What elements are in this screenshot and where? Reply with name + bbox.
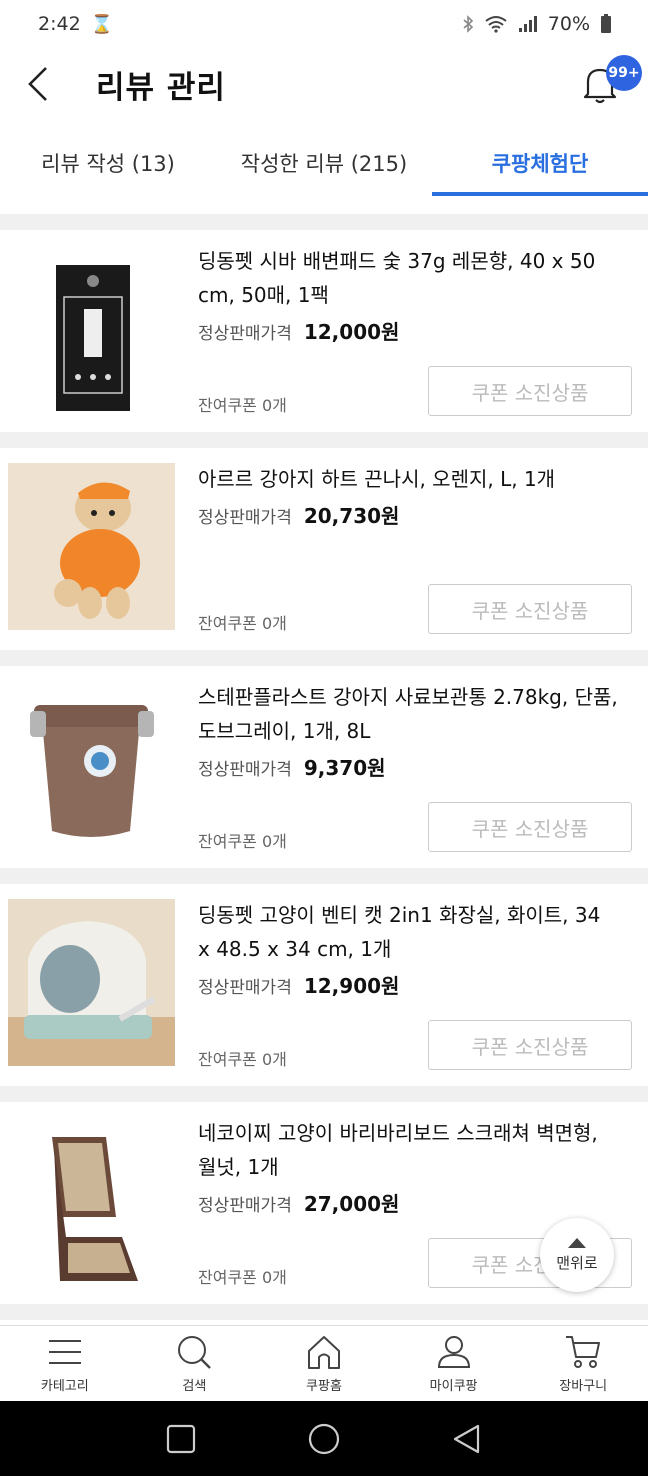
home-circle-icon[interactable] (307, 1422, 341, 1456)
price-value: 9,370원 (303, 756, 386, 780)
product-image-scratcher[interactable] (8, 1117, 175, 1284)
wifi-icon (485, 16, 507, 33)
nav-cart[interactable]: 장바구니 (518, 1326, 648, 1401)
price-row: 정상판매가격 27,000원 (198, 1188, 399, 1217)
cart-icon (566, 1336, 601, 1368)
remaining-coupon: 잔여쿠폰 0개 (198, 1268, 287, 1287)
tab-coupang-trial[interactable]: 쿠팡체험단 (432, 128, 648, 198)
search-icon (178, 1336, 212, 1369)
notification-badge: 99+ (606, 55, 642, 91)
coupon-exhausted-button[interactable]: 쿠폰 소진상품 (428, 366, 632, 416)
coupon-exhausted-button[interactable]: 쿠폰 소진상품 (428, 1020, 632, 1070)
chevron-left-icon (28, 67, 47, 101)
bottom-navigation: 카테고리 검색 쿠팡홈 마이쿠팡 장바구니 (0, 1325, 648, 1401)
price-value: 27,000원 (303, 1192, 400, 1216)
arrow-up-icon (568, 1237, 586, 1248)
price-row: 정상판매가격 12,900원 (198, 970, 399, 999)
nav-my-coupang[interactable]: 마이쿠팡 (389, 1326, 519, 1401)
menu-icon (48, 1340, 81, 1364)
tab-write-review[interactable]: 리뷰 작성 (13) (0, 128, 216, 198)
nav-label: 쿠팡홈 (306, 1379, 342, 1394)
tab-written-reviews[interactable]: 작성한 리뷰 (215) (216, 128, 432, 198)
home-icon (307, 1336, 340, 1369)
product-image-pad[interactable] (8, 245, 175, 412)
list-item[interactable]: 아르르 강아지 하트 끈나시, 오렌지, L, 1개 정상판매가격 20,730원… (0, 448, 648, 650)
price-label: 정상판매가격 (198, 508, 292, 528)
product-list: 딩동펫 시바 배변패드 숯 37g 레몬향, 40 x 50 cm, 50매, … (0, 214, 648, 1320)
price-value: 12,900원 (303, 974, 400, 998)
product-title: 딩동펫 고양이 벤티 캣 2in1 화장실, 화이트, 34 x 48.5 x … (198, 903, 601, 961)
battery-percent: 70% (547, 13, 590, 35)
product-image-dog-shirt[interactable] (8, 463, 175, 630)
back-button[interactable] (20, 64, 56, 104)
status-bar: 2:42 ⌛ 70% (0, 0, 648, 48)
coupon-exhausted-button[interactable]: 쿠폰 소진상품 (428, 584, 632, 634)
remaining-coupon: 잔여쿠폰 0개 (198, 1050, 287, 1069)
coupon-exhausted-button[interactable]: 쿠폰 소진상품 (428, 802, 632, 852)
remaining-coupon: 잔여쿠폰 0개 (198, 396, 287, 415)
nav-label: 카테고리 (40, 1379, 89, 1394)
product-title: 스테판플라스트 강아지 사료보관통 2.78kg, 단품, 도브그레이, 1개,… (198, 685, 618, 743)
battery-icon (601, 14, 611, 33)
remaining-coupon: 잔여쿠폰 0개 (198, 832, 287, 851)
app-header: 리뷰 관리 99+ (0, 48, 648, 120)
price-value: 12,000원 (303, 320, 400, 344)
page-title: 리뷰 관리 (96, 70, 226, 106)
nav-category[interactable]: 카테고리 (0, 1326, 130, 1401)
bluetooth-icon (463, 15, 473, 33)
list-item[interactable]: 딩동펫 시바 배변패드 숯 37g 레몬향, 40 x 50 cm, 50매, … (0, 230, 648, 432)
price-label: 정상판매가격 (198, 978, 292, 998)
price-row: 정상판매가격 12,000원 (198, 316, 399, 345)
nav-home[interactable]: 쿠팡홈 (259, 1326, 389, 1401)
signal-icon (518, 16, 537, 32)
nav-label: 장바구니 (559, 1379, 608, 1394)
price-row: 정상판매가격 9,370원 (198, 752, 386, 781)
price-row: 정상판매가격 20,730원 (198, 500, 399, 529)
back-triangle-icon[interactable] (451, 1423, 483, 1455)
clock: 2:42 (38, 13, 81, 35)
list-item[interactable]: 딩동펫 고양이 벤티 캣 2in1 화장실, 화이트, 34 x 48.5 x … (0, 884, 648, 1086)
hourglass-icon: ⌛ (90, 13, 114, 35)
price-value: 20,730원 (303, 504, 400, 528)
product-title: 아르르 강아지 하트 끈나시, 오렌지, L, 1개 (198, 467, 556, 491)
product-title: 딩동펫 시바 배변패드 숯 37g 레몬향, 40 x 50 cm, 50매, … (198, 249, 596, 307)
nav-label: 검색 (182, 1379, 207, 1394)
list-item[interactable]: 스테판플라스트 강아지 사료보관통 2.78kg, 단품, 도브그레이, 1개,… (0, 666, 648, 868)
system-nav-bar (0, 1401, 648, 1476)
recent-apps-icon[interactable] (165, 1423, 197, 1455)
scroll-to-top-label: 맨위로 (556, 1253, 598, 1272)
nav-search[interactable]: 검색 (130, 1326, 260, 1401)
review-tabs: 리뷰 작성 (13) 작성한 리뷰 (215) 쿠팡체험단 (0, 128, 648, 198)
remaining-coupon: 잔여쿠폰 0개 (198, 614, 287, 633)
price-label: 정상판매가격 (198, 760, 292, 780)
nav-label: 마이쿠팡 (429, 1379, 478, 1394)
price-label: 정상판매가격 (198, 324, 292, 344)
product-image-food-container[interactable] (8, 681, 175, 848)
person-icon (437, 1336, 470, 1368)
price-label: 정상판매가격 (198, 1196, 292, 1216)
product-image-litter-box[interactable] (8, 899, 175, 1066)
product-title: 네코이찌 고양이 바리바리보드 스크래쳐 벽면형, 월넛, 1개 (198, 1121, 598, 1179)
scroll-to-top-button[interactable]: 맨위로 (540, 1218, 614, 1292)
